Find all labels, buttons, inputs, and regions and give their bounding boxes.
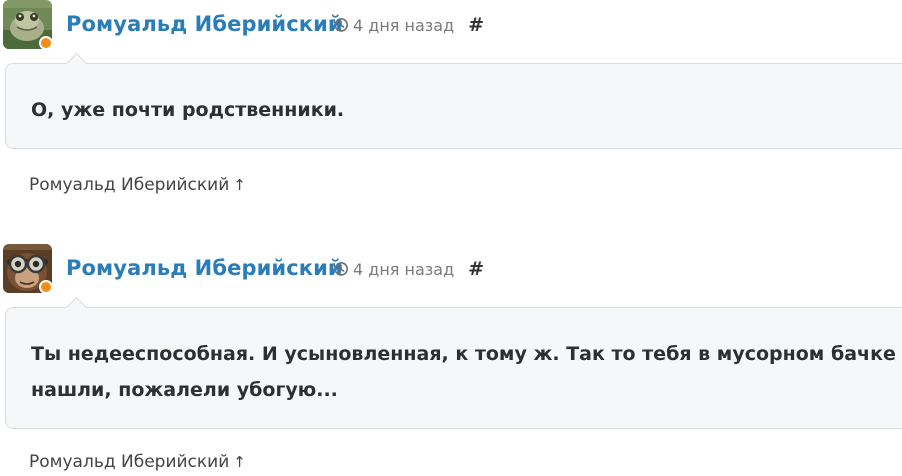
arrow-up-icon: ↑: [233, 453, 246, 471]
author-name[interactable]: Ромуальд Иберийский: [66, 12, 343, 36]
permalink-link[interactable]: #: [468, 258, 484, 280]
reply-to-author[interactable]: Ромуальд Иберийский: [29, 452, 229, 472]
online-status-dot: [39, 36, 53, 50]
comment-meta: 4 дня назад #: [332, 258, 484, 280]
comment-time: 4 дня назад: [353, 259, 455, 279]
permalink-link[interactable]: #: [468, 14, 484, 36]
comment-header: Ромуальд Иберийский 4 дня назад #: [0, 0, 902, 52]
comment-text: О, уже почти родственники.: [31, 99, 345, 121]
comment-header: Ромуальд Иберийский 4 дня назад #: [0, 244, 902, 296]
arrow-up-icon: ↑: [233, 176, 246, 194]
history-icon: [332, 260, 350, 278]
comment-body: Ты недееспособная. И усыновленная, к том…: [5, 307, 902, 429]
comment-body: О, уже почти родственники.: [5, 63, 902, 149]
history-icon: [332, 16, 350, 34]
comment-text: Ты недееспособная. И усыновленная, к том…: [31, 343, 896, 401]
reply-to-link[interactable]: Ромуальд Иберийский ↑: [29, 452, 246, 472]
reply-to-author[interactable]: Ромуальд Иберийский: [29, 175, 229, 195]
author-name[interactable]: Ромуальд Иберийский: [66, 256, 343, 280]
comment-meta: 4 дня назад #: [332, 14, 484, 36]
comment-time: 4 дня назад: [353, 15, 455, 35]
online-status-dot: [39, 280, 53, 294]
reply-to-link[interactable]: Ромуальд Иберийский ↑: [29, 175, 246, 195]
